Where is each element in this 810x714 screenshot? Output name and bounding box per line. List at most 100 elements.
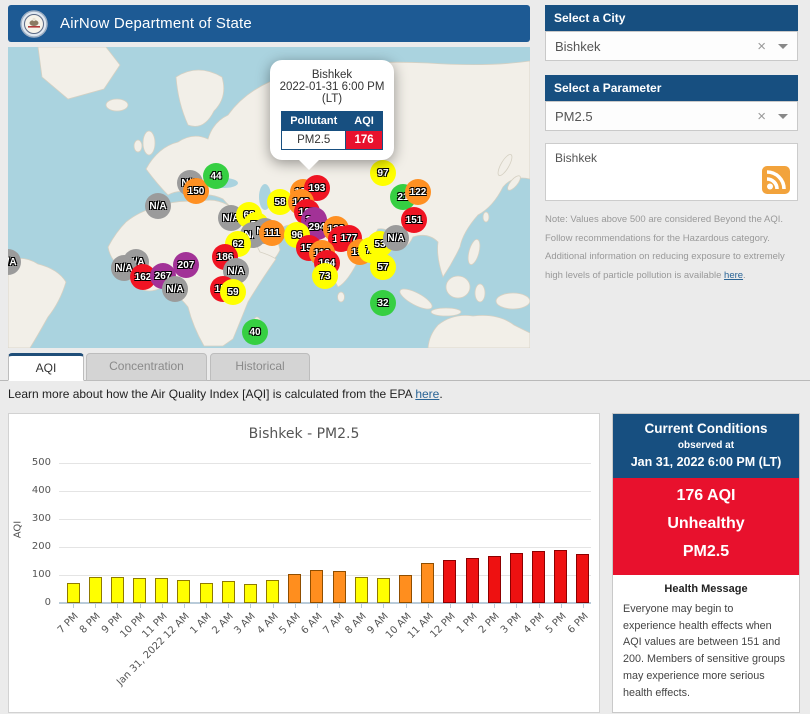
x-tick (295, 604, 296, 608)
learn-more-text: Learn more about how the Air Quality Ind… (8, 387, 443, 401)
aqi-marker[interactable]: 207 (173, 252, 199, 278)
x-tick (339, 604, 340, 608)
popup-table: Pollutant AQI PM2.5 176 (281, 111, 383, 150)
y-tick-label: 0 (13, 597, 51, 608)
x-tick (428, 604, 429, 608)
chart-bar (89, 577, 102, 603)
rss-city-label: Bishkek (555, 151, 597, 165)
aqi-marker[interactable]: 40 (242, 319, 268, 345)
x-tick (317, 604, 318, 608)
current-conditions-title: Current Conditions (617, 421, 795, 436)
chart-bar (133, 578, 146, 603)
aqi-marker[interactable]: 57 (370, 254, 396, 280)
y-gridline (59, 463, 591, 464)
learn-more-here-link[interactable]: here (415, 387, 439, 401)
popup-pollutant-value: PM2.5 (282, 131, 346, 150)
y-tick-label: 500 (13, 457, 51, 468)
x-tick (73, 604, 74, 608)
x-tick (206, 604, 207, 608)
y-tick-label: 300 (13, 513, 51, 524)
aqi-pollutant-line: PM2.5 (613, 538, 799, 566)
y-tick-label: 400 (13, 485, 51, 496)
city-select-value: Bishkek (555, 39, 757, 54)
chart-bar (554, 550, 567, 603)
parameter-select-value: PM2.5 (555, 109, 757, 124)
note-here-link[interactable]: here (724, 270, 743, 281)
observed-at-label: observed at (617, 440, 795, 451)
y-tick-label: 200 (13, 541, 51, 552)
health-message-section: Health Message Everyone may begin to exp… (613, 575, 799, 701)
y-tick-label: 100 (13, 569, 51, 580)
clear-icon[interactable]: × (757, 109, 766, 124)
chart-bar (510, 553, 523, 603)
chart-bar (177, 580, 190, 603)
city-select[interactable]: Bishkek × (545, 31, 798, 61)
x-tick (162, 604, 163, 608)
chart-bar (399, 575, 412, 603)
x-tick (273, 604, 274, 608)
current-conditions-panel: Current Conditions observed at Jan 31, 2… (612, 413, 800, 713)
chart-bar (266, 580, 279, 603)
chart-bar (576, 554, 589, 603)
aqi-marker[interactable]: 32 (370, 290, 396, 316)
x-tick (228, 604, 229, 608)
popup-datetime: 2022-01-31 6:00 PM (LT) (276, 81, 388, 105)
aqi-marker[interactable]: 73 (312, 263, 338, 289)
chart-bar (222, 581, 235, 603)
app-header: AirNow Department of State (8, 5, 530, 42)
world-map[interactable]: N/AN/AN/A162267N/A207N/A15044N/AN/A6852N… (8, 47, 530, 348)
chart-plot: 01002003004005007 PM8 PM9 PM10 PM11 PMJa… (9, 414, 601, 714)
aqi-marker[interactable]: N/A (145, 193, 171, 219)
aqi-marker[interactable]: 59 (220, 279, 246, 305)
clear-icon[interactable]: × (757, 39, 766, 54)
note-text: Note: Values above 500 are considered Be… (545, 211, 797, 285)
chart-bar (155, 578, 168, 603)
current-conditions-header: Current Conditions observed at Jan 31, 2… (613, 414, 799, 478)
chart-bar (288, 574, 301, 603)
popup-aqi-value: 176 (346, 131, 383, 150)
x-tick (140, 604, 141, 608)
aqi-status-block: 176 AQI Unhealthy PM2.5 (613, 478, 799, 575)
chart-bar (532, 551, 545, 603)
chart-bar (244, 584, 257, 603)
x-tick (450, 604, 451, 608)
aqi-marker[interactable]: 151 (401, 207, 427, 233)
x-tick (561, 604, 562, 608)
x-tick (117, 604, 118, 608)
tab-bar: AQI Concentration Historical (0, 352, 810, 381)
chevron-down-icon[interactable] (778, 114, 788, 124)
x-tick (250, 604, 251, 608)
chart-bar (67, 583, 80, 603)
chart-bar (377, 578, 390, 603)
aqi-marker[interactable]: 44 (203, 163, 229, 189)
chart-bar (310, 570, 323, 603)
y-gridline (59, 519, 591, 520)
chart-bar (200, 583, 213, 603)
x-tick (516, 604, 517, 608)
aqi-marker[interactable]: 111 (259, 220, 285, 246)
x-tick (494, 604, 495, 608)
popup-city: Bishkek (276, 69, 388, 81)
x-tick (583, 604, 584, 608)
observed-datetime: Jan 31, 2022 6:00 PM (LT) (617, 455, 795, 469)
tab-concentration[interactable]: Concentration (86, 353, 207, 381)
chevron-down-icon[interactable] (778, 44, 788, 54)
health-message-text: Everyone may begin to experience health … (623, 601, 789, 701)
popup-col-aqi: AQI (346, 112, 383, 131)
state-department-seal-icon (20, 10, 48, 38)
aqi-marker[interactable]: N/A (162, 276, 188, 302)
rss-icon[interactable] (762, 166, 790, 194)
x-tick (472, 604, 473, 608)
chart-bar (443, 560, 456, 603)
x-tick (383, 604, 384, 608)
chart-bar (466, 558, 479, 603)
aqi-marker[interactable]: 122 (405, 179, 431, 205)
aqi-chart: Bishkek - PM2.5 AQI 01002003004005007 PM… (8, 413, 600, 713)
x-tick (95, 604, 96, 608)
parameter-select[interactable]: PM2.5 × (545, 101, 798, 131)
tab-historical[interactable]: Historical (210, 353, 310, 381)
chart-bar (355, 577, 368, 603)
chart-bar (111, 577, 124, 603)
aqi-marker[interactable]: 97 (370, 160, 396, 186)
tab-aqi[interactable]: AQI (8, 353, 84, 381)
